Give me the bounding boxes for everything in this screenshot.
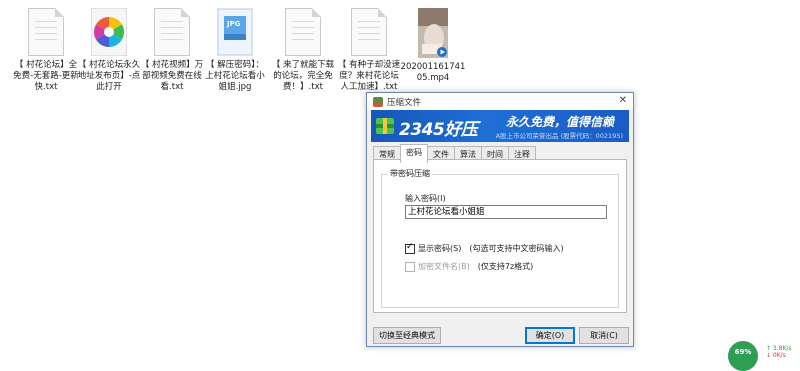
- app-icon: [373, 96, 383, 107]
- desktop-file-cunhua-forum-txt[interactable]: 【 村花论坛】全免费-无套路-更新快.txt: [13, 8, 79, 93]
- download-speed: ↓ 0K/s: [766, 352, 786, 359]
- checkbox-unchecked-icon[interactable]: [405, 261, 415, 272]
- password-label: 输入密码(I): [405, 194, 446, 203]
- file-name: 【 村花论坛永久地址发布页】-点此打开: [77, 60, 141, 92]
- jpg-image-icon: JPG: [217, 8, 253, 56]
- text-file-icon: [154, 8, 190, 56]
- close-button[interactable]: ✕: [619, 95, 627, 106]
- network-speed: ↑ 3.8K/s ↓ 0K/s: [766, 345, 792, 359]
- jpg-badge: JPG: [227, 20, 241, 28]
- encrypt-filenames-hint: (仅支持7z格式): [477, 262, 534, 271]
- show-password-hint: (勾选可支持中文密码输入): [469, 244, 564, 253]
- password-input[interactable]: 上村花论坛看小姐姐: [405, 205, 607, 219]
- cancel-button[interactable]: 取消(C): [579, 327, 629, 344]
- ok-button[interactable]: 确定(O): [525, 327, 575, 344]
- desktop-file-password-jpg[interactable]: JPG 【 解压密码】：上村花论坛看小姐姐.jpg: [202, 8, 268, 93]
- desktop-file-cunhua-video-txt[interactable]: 【 村花视频】万部视频免费在线看.txt: [139, 8, 205, 93]
- show-password-checkbox[interactable]: 显示密码(S) (勾选可支持中文密码输入): [405, 242, 564, 254]
- dialog-titlebar[interactable]: 压缩文件 ✕: [367, 93, 633, 110]
- desktop-file-mp4[interactable]: 20200116174105.mp4: [400, 8, 466, 84]
- file-name: 【 有种子却没速度？来村花论坛人工加速】.txt: [337, 60, 401, 92]
- encrypt-filenames-label: 加密文件名(B): [418, 262, 470, 271]
- encrypt-filenames-checkbox[interactable]: 加密文件名(B) (仅支持7z格式): [405, 261, 533, 272]
- memory-gauge[interactable]: 69%: [728, 341, 758, 371]
- text-file-icon: [28, 8, 64, 56]
- brand-banner: 2345好压 永久免费，值得信赖 A股上市公司荣誉出品 (股票代码：002195…: [371, 110, 629, 142]
- file-name: 【 解压密码】：上村花论坛看小姐姐.jpg: [205, 60, 265, 92]
- classic-mode-button[interactable]: 切换至经典模式: [373, 327, 441, 344]
- text-file-icon: [285, 8, 321, 56]
- compress-dialog: 压缩文件 ✕ 2345好压 永久免费，值得信赖 A股上市公司荣誉出品 (股票代码…: [366, 92, 634, 347]
- file-name: 【 村花视频】万部视频免费在线看.txt: [140, 60, 204, 92]
- text-file-icon: [351, 8, 387, 56]
- video-thumbnail-icon: [418, 8, 448, 58]
- banner-subtitle: A股上市公司荣誉出品 (股票代码：002195): [495, 132, 623, 140]
- file-name: 20200116174105.mp4: [400, 62, 466, 83]
- colorful-pinwheel-icon: [90, 7, 128, 57]
- password-group: 带密码压缩 输入密码(I) 上村花论坛看小姐姐 显示密码(S) (勾选可支持中文…: [381, 168, 619, 308]
- banner-slogan: 永久免费，值得信赖: [506, 115, 615, 129]
- desktop-file-speed-txt[interactable]: 【 有种子却没速度？来村花论坛人工加速】.txt: [336, 8, 402, 93]
- password-panel: 带密码压缩 输入密码(I) 上村花论坛看小姐姐 显示密码(S) (勾选可支持中文…: [373, 159, 627, 313]
- dialog-title: 压缩文件: [387, 97, 422, 108]
- file-name: 【 村花论坛】全免费-无套路-更新快.txt: [13, 60, 79, 92]
- desktop-file-address-link[interactable]: 【 村花论坛永久地址发布页】-点此打开: [76, 7, 142, 93]
- banner-brand: 2345好压: [399, 120, 478, 140]
- tab-password[interactable]: 密码: [400, 144, 428, 163]
- show-password-label: 显示密码(S): [418, 244, 462, 253]
- desktop-file-free-forum-txt[interactable]: 【 来了就能下载的论坛，完全免费！】.txt: [270, 8, 336, 93]
- file-name: 【 来了就能下载的论坛，完全免费！】.txt: [271, 60, 335, 92]
- haozip-logo-icon: [376, 118, 394, 134]
- checkbox-checked-icon[interactable]: [405, 242, 415, 254]
- group-title: 带密码压缩: [388, 168, 432, 179]
- upload-speed: ↑ 3.8K/s: [766, 345, 792, 352]
